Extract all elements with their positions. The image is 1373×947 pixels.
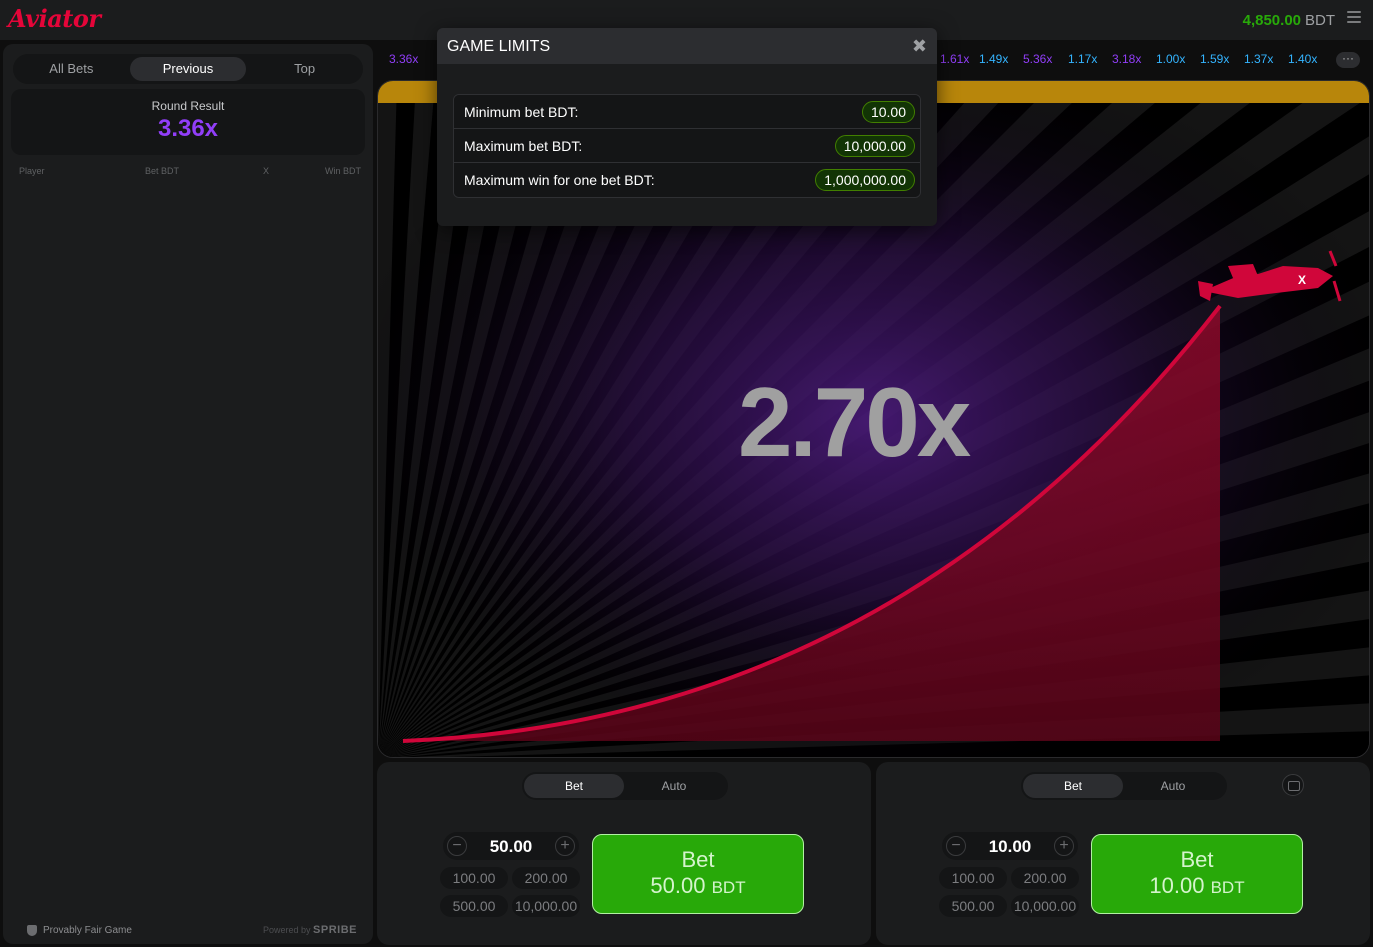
- col-win: Win BDT: [325, 166, 361, 176]
- history-multiplier[interactable]: 5.36x: [1023, 52, 1052, 66]
- bets-panel: All Bets Previous Top Round Result 3.36x…: [3, 44, 373, 944]
- remove-bet-panel-icon[interactable]: [1282, 774, 1304, 796]
- aviator-logo: Aviator: [8, 4, 101, 33]
- history-multiplier[interactable]: 1.17x: [1068, 52, 1097, 66]
- provably-fair-label: Provably Fair Game: [43, 925, 132, 936]
- limit-value: 1,000,000.00: [815, 169, 915, 191]
- round-result-label: Round Result: [151, 99, 225, 113]
- place-bet-button[interactable]: Bet 10.00 BDT: [1091, 834, 1303, 914]
- increase-stake-button[interactable]: +: [555, 836, 575, 856]
- col-bet: Bet BDT: [145, 166, 180, 176]
- shield-icon: [27, 925, 37, 936]
- bet-mode-tabs: Bet Auto: [522, 772, 728, 800]
- history-multiplier[interactable]: 1.00x: [1156, 52, 1185, 66]
- limit-label: Maximum win for one bet BDT:: [464, 172, 655, 188]
- stake-stepper: − 10.00 +: [942, 832, 1078, 860]
- tab-previous[interactable]: Previous: [129, 57, 246, 81]
- bet-panel-2: Bet Auto − 10.00 + 100.00 200.00 500.00 …: [876, 762, 1370, 945]
- tab-auto[interactable]: Auto: [1123, 774, 1223, 798]
- quick-amount-button[interactable]: 200.00: [1011, 867, 1079, 889]
- bet-button-label: Bet: [1180, 847, 1214, 872]
- stake-stepper: − 50.00 +: [443, 832, 579, 860]
- limit-value: 10,000.00: [834, 135, 915, 157]
- limit-value: 10.00: [861, 101, 915, 123]
- bets-tabs: All Bets Previous Top: [13, 54, 363, 84]
- balance-amount: 4,850.00: [1242, 12, 1301, 29]
- limit-label: Maximum bet BDT:: [464, 138, 583, 154]
- bets-table-header: Player Bet BDT X Win BDT: [19, 166, 361, 176]
- place-bet-button[interactable]: Bet 50.00 BDT: [592, 834, 804, 914]
- round-result-value: 3.36x: [157, 115, 219, 142]
- provably-fair-link[interactable]: Provably Fair Game: [27, 925, 132, 936]
- tab-top[interactable]: Top: [247, 57, 363, 81]
- hamburger-menu-icon[interactable]: [1347, 11, 1361, 25]
- svg-text:X: X: [1298, 273, 1306, 287]
- quick-amount-button[interactable]: 100.00: [440, 867, 508, 889]
- quick-amount-button[interactable]: 100.00: [939, 867, 1007, 889]
- limit-row-max-bet: Maximum bet BDT: 10,000.00: [454, 129, 920, 163]
- tab-bet[interactable]: Bet: [1023, 774, 1123, 798]
- quick-amount-button[interactable]: 10,000.00: [512, 895, 580, 917]
- bet-button-amount: 50.00 BDT: [650, 873, 746, 898]
- powered-by: Powered by SPRIBE: [263, 924, 357, 936]
- quick-amount-button[interactable]: 500.00: [939, 895, 1007, 917]
- increase-stake-button[interactable]: +: [1054, 836, 1074, 856]
- col-x: X: [263, 166, 270, 176]
- close-icon[interactable]: ✖: [912, 36, 927, 57]
- spribe-logo: SPRIBE: [313, 924, 357, 936]
- bet-button-label: Bet: [681, 847, 715, 872]
- quick-amount-button[interactable]: 200.00: [512, 867, 580, 889]
- history-more-button[interactable]: ···: [1336, 52, 1360, 68]
- limits-table: Minimum bet BDT: 10.00 Maximum bet BDT: …: [453, 94, 921, 198]
- history-multiplier[interactable]: 1.40x: [1288, 52, 1317, 66]
- modal-header: GAME LIMITS ✖: [437, 28, 937, 64]
- game-limits-modal: GAME LIMITS ✖ Minimum bet BDT: 10.00 Max…: [437, 28, 937, 226]
- tab-all-bets[interactable]: All Bets: [13, 57, 129, 81]
- modal-title: GAME LIMITS: [447, 38, 551, 55]
- tab-bet[interactable]: Bet: [524, 774, 624, 798]
- limit-row-min-bet: Minimum bet BDT: 10.00: [454, 95, 920, 129]
- tab-auto[interactable]: Auto: [624, 774, 724, 798]
- quick-amount-button[interactable]: 10,000.00: [1011, 895, 1079, 917]
- limit-row-max-win: Maximum win for one bet BDT: 1,000,000.0…: [454, 163, 920, 197]
- powered-by-label: Powered by: [262, 925, 311, 935]
- balance: 4,850.00 BDT: [1243, 12, 1335, 29]
- history-multiplier[interactable]: 3.18x: [1112, 52, 1141, 66]
- history-multiplier[interactable]: 3.36x: [389, 52, 418, 66]
- history-multiplier[interactable]: 1.37x: [1244, 52, 1273, 66]
- history-multiplier[interactable]: 1.59x: [1200, 52, 1229, 66]
- col-player: Player: [19, 166, 45, 176]
- history-multiplier[interactable]: 1.49x: [979, 52, 1008, 66]
- bet-panel-1: Bet Auto − 50.00 + 100.00 200.00 500.00 …: [377, 762, 871, 945]
- limit-label: Minimum bet BDT:: [464, 104, 579, 120]
- balance-currency: BDT: [1305, 12, 1335, 29]
- quick-amount-button[interactable]: 500.00: [440, 895, 508, 917]
- round-result-box: Round Result 3.36x: [11, 89, 365, 155]
- history-multiplier[interactable]: 1.61x: [940, 52, 969, 66]
- current-multiplier: 2.70x: [738, 367, 971, 477]
- bet-mode-tabs: Bet Auto: [1021, 772, 1227, 800]
- bet-button-amount: 10.00 BDT: [1149, 873, 1245, 898]
